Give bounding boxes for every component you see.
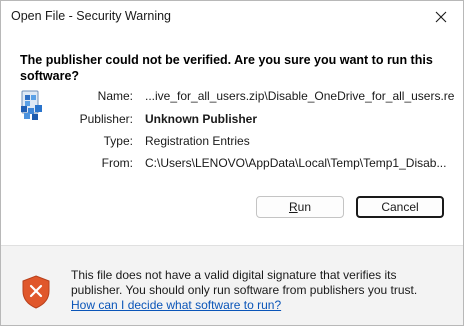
publisher-label: Publisher: — [79, 112, 133, 126]
close-icon — [435, 11, 447, 23]
close-button[interactable] — [419, 1, 463, 33]
title-bar[interactable]: Open File - Security Warning — [1, 1, 463, 33]
run-button-mnemonic: R — [288, 200, 298, 214]
type-label: Type: — [103, 134, 133, 148]
name-label: Name: — [97, 89, 133, 103]
run-button-label: un — [297, 200, 312, 214]
cancel-button[interactable]: Cancel — [356, 196, 444, 218]
window-title: Open File - Security Warning — [11, 9, 172, 23]
footer-panel: This file does not have a valid digital … — [1, 245, 463, 325]
security-shield-icon — [21, 275, 51, 309]
warning-headline: The publisher could not be verified. Are… — [20, 53, 433, 83]
from-value: C:\Users\LENOVO\AppData\Local\Temp\Temp1… — [145, 156, 447, 170]
footer-message: This file does not have a valid digital … — [71, 268, 418, 297]
publisher-value: Unknown Publisher — [145, 112, 258, 126]
name-value: ...ive_for_all_users.zip\Disable_OneDriv… — [145, 89, 455, 103]
help-link[interactable]: How can I decide what software to run? — [71, 298, 281, 312]
security-warning-dialog: Open File - Security Warning The publish… — [0, 0, 464, 326]
run-button[interactable]: Run — [256, 196, 344, 218]
from-label: From: — [101, 156, 133, 170]
type-value: Registration Entries — [145, 134, 250, 148]
